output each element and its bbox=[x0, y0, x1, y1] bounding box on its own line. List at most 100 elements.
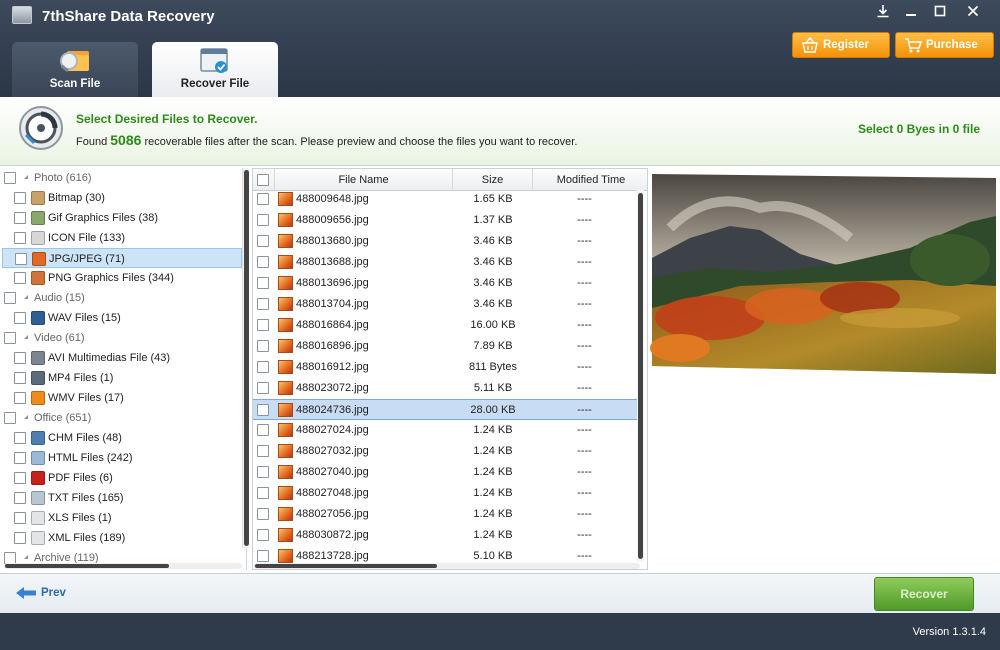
prev-button[interactable]: Prev bbox=[15, 584, 66, 604]
file-row[interactable]: 488013704.jpg 3.46 KB ---- bbox=[253, 294, 639, 315]
tree-horizontal-scrollbar-thumb[interactable] bbox=[5, 564, 169, 568]
tree-item[interactable]: WAV Files (15) bbox=[2, 308, 242, 328]
tree-item[interactable]: XML Files (189) bbox=[2, 528, 242, 548]
file-row-checkbox[interactable] bbox=[257, 298, 269, 310]
file-row-checkbox[interactable] bbox=[257, 424, 269, 436]
file-row[interactable]: 488023072.jpg 5.11 KB ---- bbox=[253, 378, 639, 399]
file-row[interactable]: 488027032.jpg 1.24 KB ---- bbox=[253, 441, 639, 462]
file-row-checkbox[interactable] bbox=[257, 382, 269, 394]
tree-item-checkbox[interactable] bbox=[14, 492, 26, 504]
close-button[interactable] bbox=[960, 1, 986, 21]
column-size[interactable]: Size bbox=[453, 169, 533, 191]
tree-item-checkbox[interactable] bbox=[14, 312, 26, 324]
tree-item-checkbox[interactable] bbox=[14, 352, 26, 364]
tree-item-checkbox[interactable] bbox=[4, 292, 16, 304]
file-row-checkbox[interactable] bbox=[257, 529, 269, 541]
recover-button[interactable]: Recover bbox=[874, 577, 974, 611]
file-row-checkbox[interactable] bbox=[257, 256, 269, 268]
tree-category[interactable]: Office (651) bbox=[2, 408, 242, 428]
file-row[interactable]: 488013696.jpg 3.46 KB ---- bbox=[253, 273, 639, 294]
file-list-horizontal-scrollbar-thumb[interactable] bbox=[255, 564, 437, 568]
tree-item-checkbox[interactable] bbox=[14, 432, 26, 444]
tree-item[interactable]: TXT Files (165) bbox=[2, 488, 242, 508]
tree-item[interactable]: HTML Files (242) bbox=[2, 448, 242, 468]
tree-item-checkbox[interactable] bbox=[14, 392, 26, 404]
tree-item-checkbox[interactable] bbox=[14, 532, 26, 544]
tree-item-checkbox[interactable] bbox=[14, 232, 26, 244]
file-row[interactable]: 488027048.jpg 1.24 KB ---- bbox=[253, 483, 639, 504]
tree-item[interactable]: Gif Graphics Files (38) bbox=[2, 208, 242, 228]
file-row[interactable]: 488009656.jpg 1.37 KB ---- bbox=[253, 210, 639, 231]
tree-item[interactable]: PDF Files (6) bbox=[2, 468, 242, 488]
tree-item-checkbox[interactable] bbox=[14, 272, 26, 284]
tree-item[interactable]: Bitmap (30) bbox=[2, 188, 242, 208]
file-row-checkbox[interactable] bbox=[257, 487, 269, 499]
file-row-checkbox[interactable] bbox=[257, 361, 269, 373]
expand-arrow-icon[interactable] bbox=[24, 555, 28, 559]
purchase-button[interactable]: Purchase bbox=[895, 32, 994, 58]
file-row[interactable]: 488027024.jpg 1.24 KB ---- bbox=[253, 420, 639, 441]
file-row-checkbox[interactable] bbox=[257, 235, 269, 247]
file-list-vertical-scrollbar[interactable] bbox=[637, 190, 644, 562]
file-row[interactable]: 488016864.jpg 16.00 KB ---- bbox=[253, 315, 639, 336]
file-row-checkbox[interactable] bbox=[257, 319, 269, 331]
expand-arrow-icon[interactable] bbox=[24, 415, 28, 419]
tree-vertical-scrollbar[interactable] bbox=[242, 168, 249, 548]
tree-item-checkbox[interactable] bbox=[15, 253, 27, 265]
tree-item[interactable]: ICON File (133) bbox=[2, 228, 242, 248]
expand-arrow-icon[interactable] bbox=[24, 335, 28, 339]
file-row-checkbox[interactable] bbox=[257, 445, 269, 457]
file-row[interactable]: 488030872.jpg 1.24 KB ---- bbox=[253, 525, 639, 546]
file-row[interactable]: 488024736.jpg 28.00 KB ---- bbox=[253, 399, 639, 420]
tree-item-checkbox[interactable] bbox=[14, 372, 26, 384]
column-modified-time[interactable]: Modified Time bbox=[533, 169, 647, 191]
tree-item-checkbox[interactable] bbox=[14, 512, 26, 524]
file-row-checkbox[interactable] bbox=[257, 193, 269, 205]
tree-item-checkbox[interactable] bbox=[14, 192, 26, 204]
file-row-checkbox[interactable] bbox=[257, 277, 269, 289]
file-row[interactable]: 488013680.jpg 3.46 KB ---- bbox=[253, 231, 639, 252]
file-row-checkbox[interactable] bbox=[257, 508, 269, 520]
tree-vertical-scrollbar-thumb[interactable] bbox=[244, 170, 249, 546]
tree-category[interactable]: Photo (616) bbox=[2, 168, 242, 188]
tree-item[interactable]: WMV Files (17) bbox=[2, 388, 242, 408]
tree-category[interactable]: Video (61) bbox=[2, 328, 242, 348]
tree-horizontal-scrollbar[interactable] bbox=[4, 563, 242, 569]
tree-item-checkbox[interactable] bbox=[14, 472, 26, 484]
tree-category[interactable]: Audio (15) bbox=[2, 288, 242, 308]
tree-item[interactable]: AVI Multimedias File (43) bbox=[2, 348, 242, 368]
tree-item-checkbox[interactable] bbox=[4, 172, 16, 184]
file-list-horizontal-scrollbar[interactable] bbox=[254, 563, 640, 569]
expand-arrow-icon[interactable] bbox=[24, 175, 28, 179]
expand-arrow-icon[interactable] bbox=[24, 295, 28, 299]
file-row[interactable]: 488016912.jpg 811 Bytes ---- bbox=[253, 357, 639, 378]
tree-item[interactable]: JPG/JPEG (71) bbox=[2, 248, 242, 268]
file-row[interactable]: 488013688.jpg 3.46 KB ---- bbox=[253, 252, 639, 273]
column-file-name[interactable]: File Name bbox=[275, 169, 453, 191]
tree-item-checkbox[interactable] bbox=[14, 452, 26, 464]
register-button[interactable]: Register bbox=[792, 32, 890, 58]
file-row[interactable]: 488009648.jpg 1.65 KB ---- bbox=[253, 189, 639, 210]
file-row-checkbox[interactable] bbox=[257, 404, 269, 416]
file-row-checkbox[interactable] bbox=[257, 466, 269, 478]
file-row[interactable]: 488027056.jpg 1.24 KB ---- bbox=[253, 504, 639, 525]
select-all-checkbox[interactable] bbox=[257, 174, 269, 186]
download-icon[interactable] bbox=[870, 1, 896, 21]
maximize-button[interactable] bbox=[927, 1, 953, 21]
file-list-vertical-scrollbar-thumb[interactable] bbox=[638, 193, 643, 559]
file-row[interactable]: 488016896.jpg 7.89 KB ---- bbox=[253, 336, 639, 357]
file-row-checkbox[interactable] bbox=[257, 340, 269, 352]
tree-item-checkbox[interactable] bbox=[4, 412, 16, 424]
file-row-checkbox[interactable] bbox=[257, 550, 269, 562]
tree-item-checkbox[interactable] bbox=[14, 212, 26, 224]
tab-recover-file[interactable]: Recover File bbox=[152, 42, 278, 97]
tab-scan-file[interactable]: Scan File bbox=[12, 42, 138, 97]
file-row-checkbox[interactable] bbox=[257, 214, 269, 226]
file-row[interactable]: 488027040.jpg 1.24 KB ---- bbox=[253, 462, 639, 483]
tree-item-checkbox[interactable] bbox=[4, 332, 16, 344]
tree-item[interactable]: CHM Files (48) bbox=[2, 428, 242, 448]
tree-item[interactable]: MP4 Files (1) bbox=[2, 368, 242, 388]
tree-item[interactable]: XLS Files (1) bbox=[2, 508, 242, 528]
tree-item[interactable]: PNG Graphics Files (344) bbox=[2, 268, 242, 288]
minimize-button[interactable] bbox=[898, 1, 924, 21]
